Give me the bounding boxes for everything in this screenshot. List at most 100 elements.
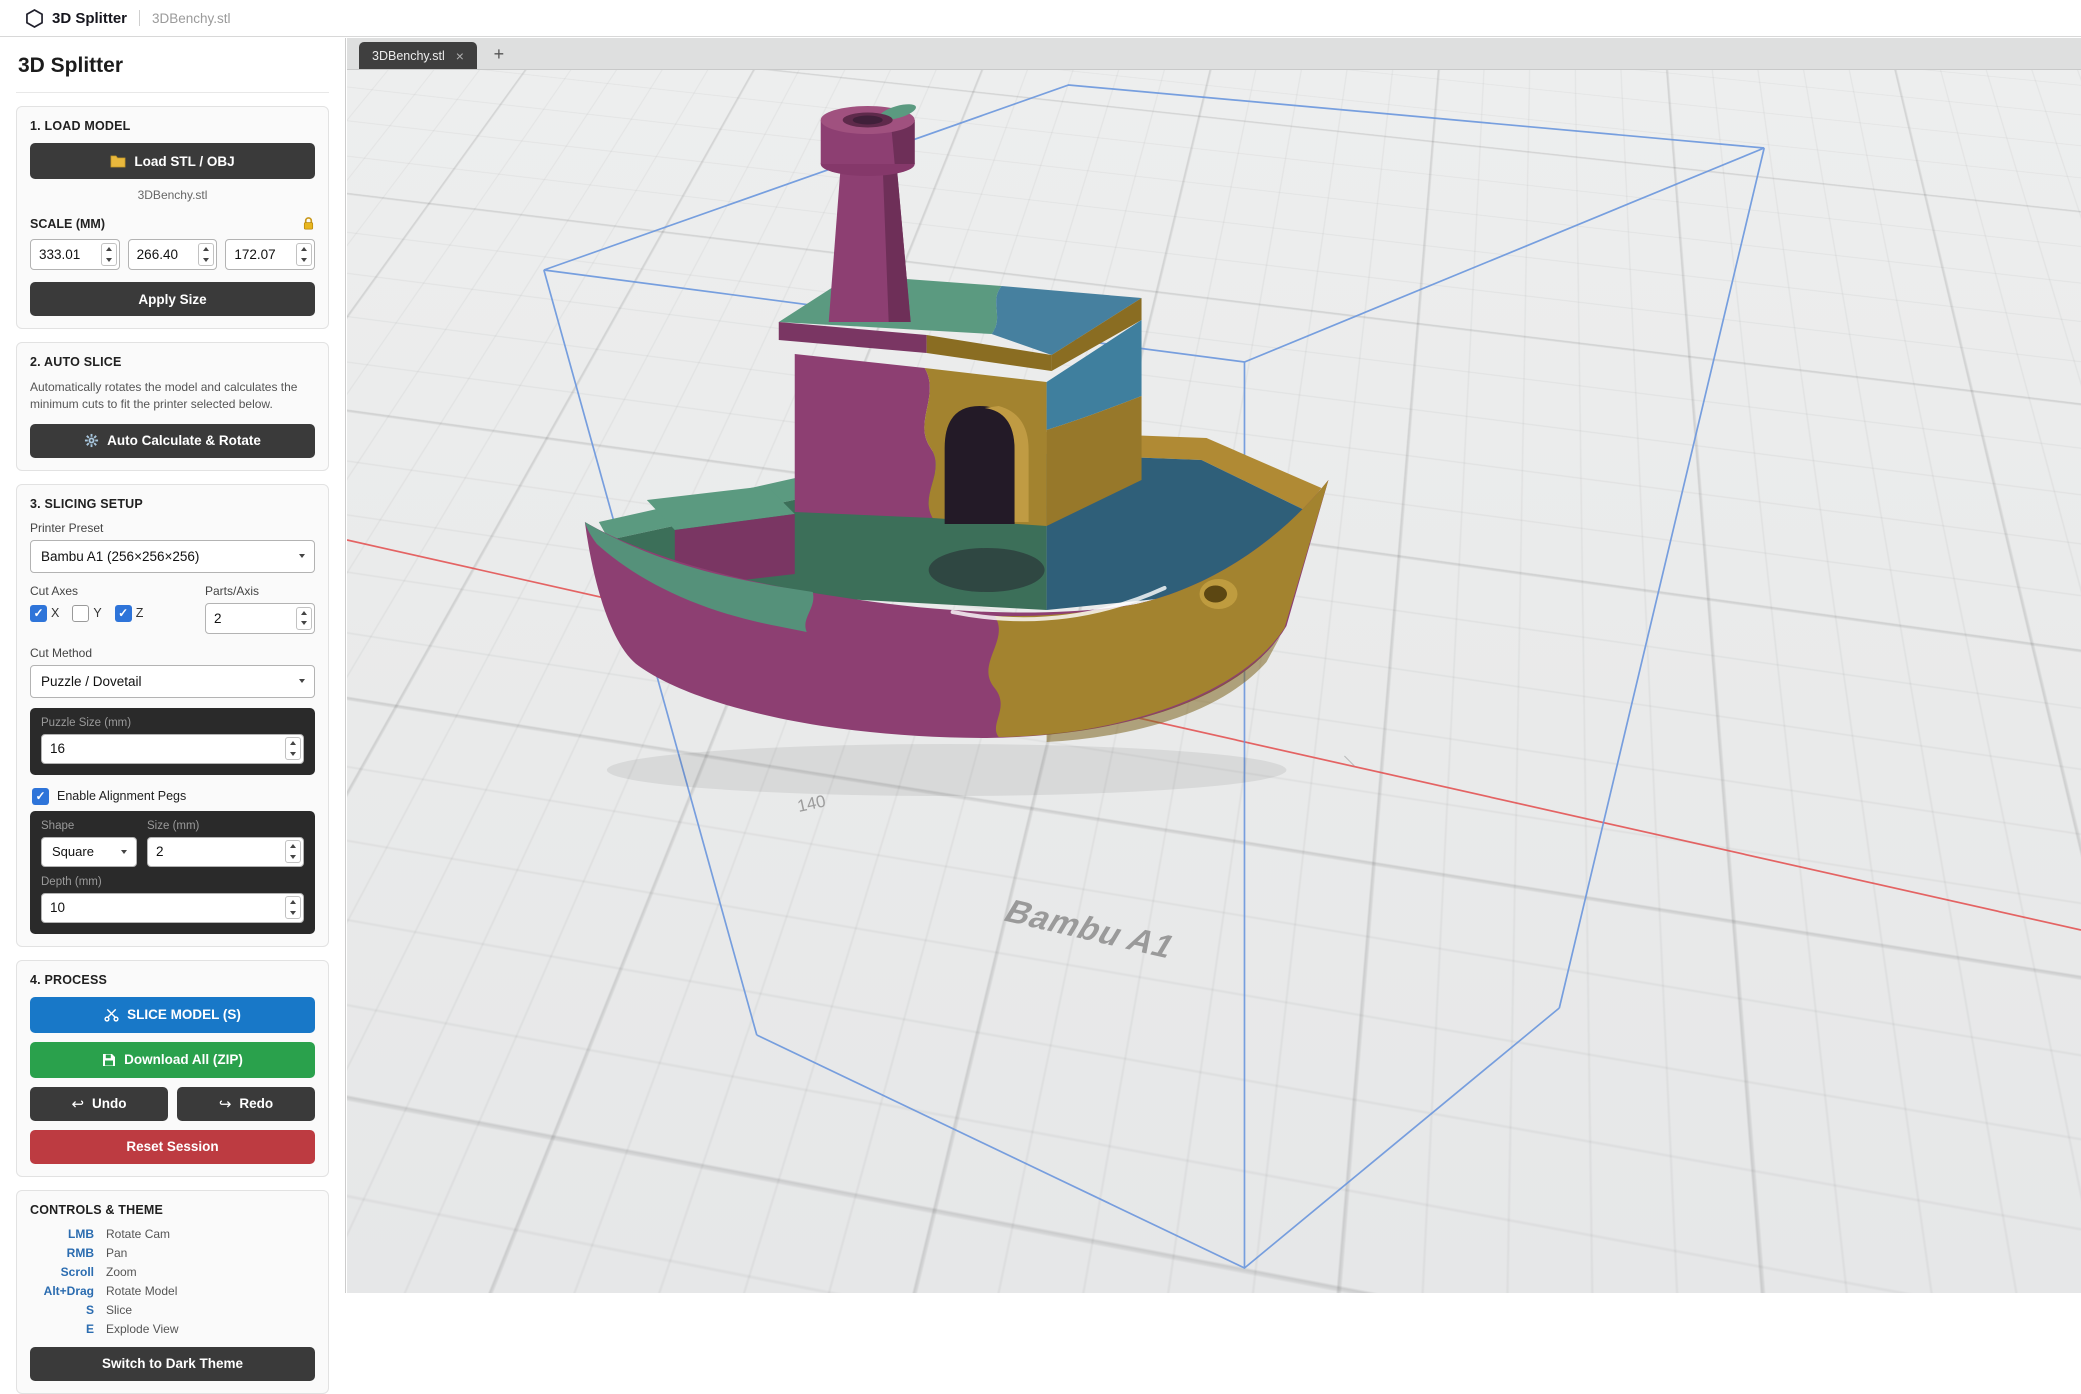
shortcut-action: Zoom <box>106 1265 137 1279</box>
puzzle-size-input[interactable] <box>41 734 304 764</box>
shortcut-row: Scroll Zoom <box>30 1265 315 1279</box>
auto-calculate-rotate-button[interactable]: Auto Calculate & Rotate <box>30 424 315 458</box>
shortcut-row: Alt+Drag Rotate Model <box>30 1284 315 1298</box>
chevron-down-icon <box>299 554 305 558</box>
slicing-setup-section-title: 3. SLICING SETUP <box>30 497 315 511</box>
shortcut-row: E Explode View <box>30 1322 315 1336</box>
topbar-divider <box>139 10 140 26</box>
cut-axes-label: Cut Axes <box>30 584 205 598</box>
undo-icon: ↩ <box>71 1095 84 1113</box>
shortcut-action: Rotate Cam <box>106 1227 170 1241</box>
peg-depth-input[interactable] <box>41 893 304 923</box>
scale-y-stepper[interactable] <box>198 243 214 266</box>
shortcut-action: Slice <box>106 1303 132 1317</box>
slice-model-button[interactable]: SLICE MODEL (S) <box>30 997 315 1033</box>
shortcut-row: LMB Rotate Cam <box>30 1227 315 1241</box>
auto-slice-section: 2. AUTO SLICE Automatically rotates the … <box>16 342 329 471</box>
parts-axis-stepper[interactable] <box>296 607 312 630</box>
shortcut-action: Rotate Model <box>106 1284 177 1298</box>
shortcut-key: E <box>30 1322 94 1336</box>
stepper-down-icon <box>203 258 209 262</box>
add-tab-button[interactable]: + <box>487 42 511 66</box>
tab-label: 3DBenchy.stl <box>372 49 445 63</box>
stepper-up-icon <box>301 247 307 251</box>
cut-axis-z-label: Z <box>136 606 144 620</box>
puzzle-size-panel: Puzzle Size (mm) <box>30 708 315 775</box>
process-section: 4. PROCESS SLICE MODEL (S) Download All … <box>16 960 329 1177</box>
scale-z-stepper[interactable] <box>296 243 312 266</box>
peg-size-input[interactable] <box>147 837 304 867</box>
stepper-up-icon <box>106 247 112 251</box>
tab-3dbenchy[interactable]: 3DBenchy.stl × <box>359 42 477 69</box>
load-stl-obj-label: Load STL / OBJ <box>134 154 234 169</box>
chevron-down-icon <box>121 850 127 854</box>
viewport-overlay: 140 Bambu A1 <box>347 70 2081 1293</box>
peg-shape-select[interactable]: Square <box>41 837 137 867</box>
folder-icon <box>110 154 126 168</box>
scale-x-stepper[interactable] <box>101 243 117 266</box>
cut-method-select[interactable]: Puzzle / Dovetail <box>30 665 315 698</box>
slice-model-label: SLICE MODEL (S) <box>127 1007 241 1022</box>
benchy-chimney-hole <box>853 116 883 125</box>
load-stl-obj-button[interactable]: Load STL / OBJ <box>30 143 315 179</box>
chevron-down-icon <box>299 679 305 683</box>
reset-session-button[interactable]: Reset Session <box>30 1130 315 1164</box>
cut-axis-y-label: Y <box>93 606 101 620</box>
stepper-down-icon <box>301 258 307 262</box>
scissors-icon <box>104 1007 119 1022</box>
undo-label: Undo <box>92 1096 127 1111</box>
cut-axis-x-label: X <box>51 606 59 620</box>
peg-shape-label: Shape <box>41 820 137 832</box>
parts-axis-label: Parts/Axis <box>205 584 315 598</box>
redo-icon: ↪ <box>219 1095 232 1113</box>
download-all-button[interactable]: Download All (ZIP) <box>30 1042 315 1078</box>
controls-theme-section-title: CONTROLS & THEME <box>30 1203 315 1217</box>
cut-axis-z-checkbox[interactable] <box>115 605 132 622</box>
switch-theme-label: Switch to Dark Theme <box>102 1356 243 1371</box>
stepper-down-icon <box>301 621 307 625</box>
shortcut-key: RMB <box>30 1246 94 1260</box>
tabbar: 3DBenchy.stl × + <box>347 38 2081 70</box>
load-model-section: 1. LOAD MODEL Load STL / OBJ 3DBenchy.st… <box>16 106 329 329</box>
app-title: 3D Splitter <box>52 10 127 27</box>
stepper-down-icon <box>290 855 296 859</box>
peg-depth-stepper[interactable] <box>285 896 301 919</box>
alignment-pegs-checkbox[interactable] <box>32 788 49 805</box>
stepper-down-icon <box>290 911 296 915</box>
tab-close-icon[interactable]: × <box>456 48 464 64</box>
undo-button[interactable]: ↩ Undo <box>30 1087 168 1121</box>
redo-button[interactable]: ↪ Redo <box>177 1087 315 1121</box>
shortcut-action: Pan <box>106 1246 127 1260</box>
shortcut-key: S <box>30 1303 94 1317</box>
stepper-up-icon <box>290 844 296 848</box>
gear-icon <box>84 433 99 448</box>
controls-theme-section: CONTROLS & THEME LMB Rotate Cam RMB Pan … <box>16 1190 329 1394</box>
peg-depth-label: Depth (mm) <box>41 876 304 888</box>
puzzle-size-label: Puzzle Size (mm) <box>41 717 304 729</box>
cut-axis-x-checkbox[interactable] <box>30 605 47 622</box>
auto-slice-description: Automatically rotates the model and calc… <box>30 379 315 413</box>
printer-plate-label: Bambu A1 <box>997 894 1182 966</box>
peg-size-label: Size (mm) <box>147 820 304 832</box>
switch-theme-button[interactable]: Switch to Dark Theme <box>30 1347 315 1381</box>
apply-size-button[interactable]: Apply Size <box>30 282 315 316</box>
loaded-file-name: 3DBenchy.stl <box>30 188 315 202</box>
cut-method-value: Puzzle / Dovetail <box>41 674 142 689</box>
cut-axis-y-checkbox[interactable] <box>72 605 89 622</box>
peg-size-stepper[interactable] <box>285 840 301 863</box>
printer-preset-select[interactable]: Bambu A1 (256×256×256) <box>30 540 315 573</box>
puzzle-size-stepper[interactable] <box>285 737 301 760</box>
cut-method-label: Cut Method <box>30 646 315 660</box>
benchy-hawse-hole <box>1204 586 1227 603</box>
scale-lock-icon[interactable] <box>302 216 315 231</box>
benchy-deck-shadow <box>929 548 1045 592</box>
shortcut-key: LMB <box>30 1227 94 1241</box>
shortcut-row: RMB Pan <box>30 1246 315 1260</box>
load-model-section-title: 1. LOAD MODEL <box>30 119 315 133</box>
viewport-3d[interactable]: 140 Bambu A1 <box>347 70 2081 1293</box>
shortcut-key: Alt+Drag <box>30 1284 94 1298</box>
apply-size-label: Apply Size <box>138 292 206 307</box>
sidebar: 3D Splitter 1. LOAD MODEL Load STL / OBJ… <box>0 38 346 1293</box>
dimension-label: 140 <box>796 791 828 815</box>
save-disk-icon <box>102 1053 116 1067</box>
